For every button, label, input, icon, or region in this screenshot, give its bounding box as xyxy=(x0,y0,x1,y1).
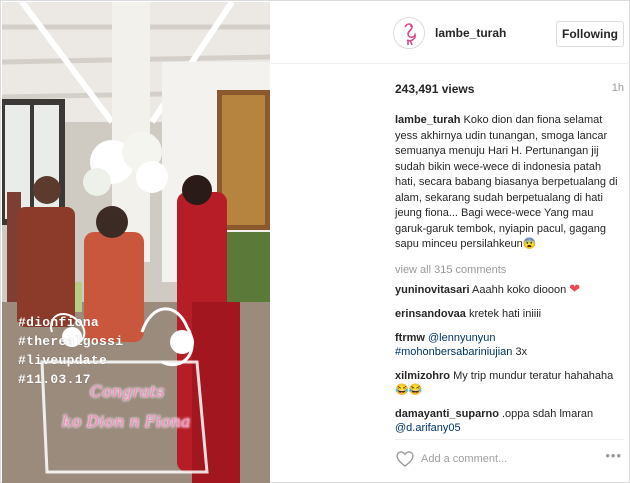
comment-username[interactable]: ftrmw xyxy=(395,332,425,344)
comment-text: 3x xyxy=(515,346,528,358)
comment-hashtag[interactable]: #mohonbersabariniujian xyxy=(395,346,512,358)
comment-item: damayanti_suparno .oppa sdah lmaran @d.a… xyxy=(395,407,624,435)
overlay-tag: #therealgossi xyxy=(18,334,124,349)
handwriting-names: ko Dion n Fiona xyxy=(62,412,191,431)
avatar[interactable] xyxy=(393,17,425,49)
add-comment-bar: ••• xyxy=(395,439,624,479)
post-video[interactable]: #dionfiona #therealgossi #liveupdate #11… xyxy=(2,2,270,483)
comment-text: .oppa sdah lmaran xyxy=(501,408,594,420)
post-sidebar: lambe_turah Following 243,491 views 1h l… xyxy=(271,2,630,483)
comment-item: xilmizohro My trip mundur teratur hahaha… xyxy=(395,369,624,397)
video-frame-scene xyxy=(2,2,270,483)
video-hashtag-overlay: #dionfiona #therealgossi #liveupdate #11… xyxy=(18,313,123,389)
fearful-face-emoji: 😨 xyxy=(522,238,537,250)
comment-username[interactable]: damayanti_suparno xyxy=(395,408,499,420)
laughing-emoji: 😂😂 xyxy=(395,384,423,396)
post-stats: 243,491 views 1h xyxy=(395,82,624,96)
post-frame: #dionfiona #therealgossi #liveupdate #11… xyxy=(0,0,630,483)
comment-item: erinsandovaa kretek hati iniiii xyxy=(395,307,624,321)
comment-item: ftrmw @lennyunyun #mohonbersabariniujian… xyxy=(395,331,624,359)
heart-outline-icon[interactable] xyxy=(395,449,415,469)
caption-text: Koko dion dan fiona selamat yess akhirny… xyxy=(395,114,618,250)
header-username[interactable]: lambe_turah xyxy=(435,26,506,40)
flamingo-logo-icon xyxy=(394,18,424,48)
handwriting-congrats: Congrats xyxy=(90,382,165,401)
comment-text: kretek hati iniiii xyxy=(468,308,542,320)
comment-text: My trip mundur teratur hahahaha xyxy=(453,370,614,382)
comment-mention[interactable]: @lennyunyun xyxy=(428,332,495,344)
following-button[interactable]: Following xyxy=(556,21,624,47)
post-caption: lambe_turah Koko dion dan fiona selamat … xyxy=(395,113,620,253)
view-count: 243,491 views xyxy=(395,82,475,96)
view-all-comments-link[interactable]: view all 315 comments xyxy=(395,264,506,276)
add-comment-input[interactable] xyxy=(421,450,591,468)
overlay-tag: #dionfiona xyxy=(18,315,100,330)
caption-username[interactable]: lambe_turah xyxy=(395,114,460,126)
post-age[interactable]: 1h xyxy=(612,82,624,94)
overlay-tag: #liveupdate xyxy=(18,353,108,368)
more-options-icon[interactable]: ••• xyxy=(605,448,622,463)
comment-mention[interactable]: @d.arifany05 xyxy=(395,422,461,434)
comment-item: yuninovitasari Aaahh koko diooon ❤ xyxy=(395,282,624,297)
comment-username[interactable]: yuninovitasari xyxy=(395,284,470,296)
post-header: lambe_turah Following xyxy=(271,2,630,64)
comment-username[interactable]: erinsandovaa xyxy=(395,308,466,320)
comment-username[interactable]: xilmizohro xyxy=(395,370,450,382)
comment-text: Aaahh koko diooon xyxy=(472,284,567,296)
red-heart-emoji: ❤ xyxy=(569,281,581,296)
comment-list: yuninovitasari Aaahh koko diooon ❤ erins… xyxy=(395,282,624,445)
